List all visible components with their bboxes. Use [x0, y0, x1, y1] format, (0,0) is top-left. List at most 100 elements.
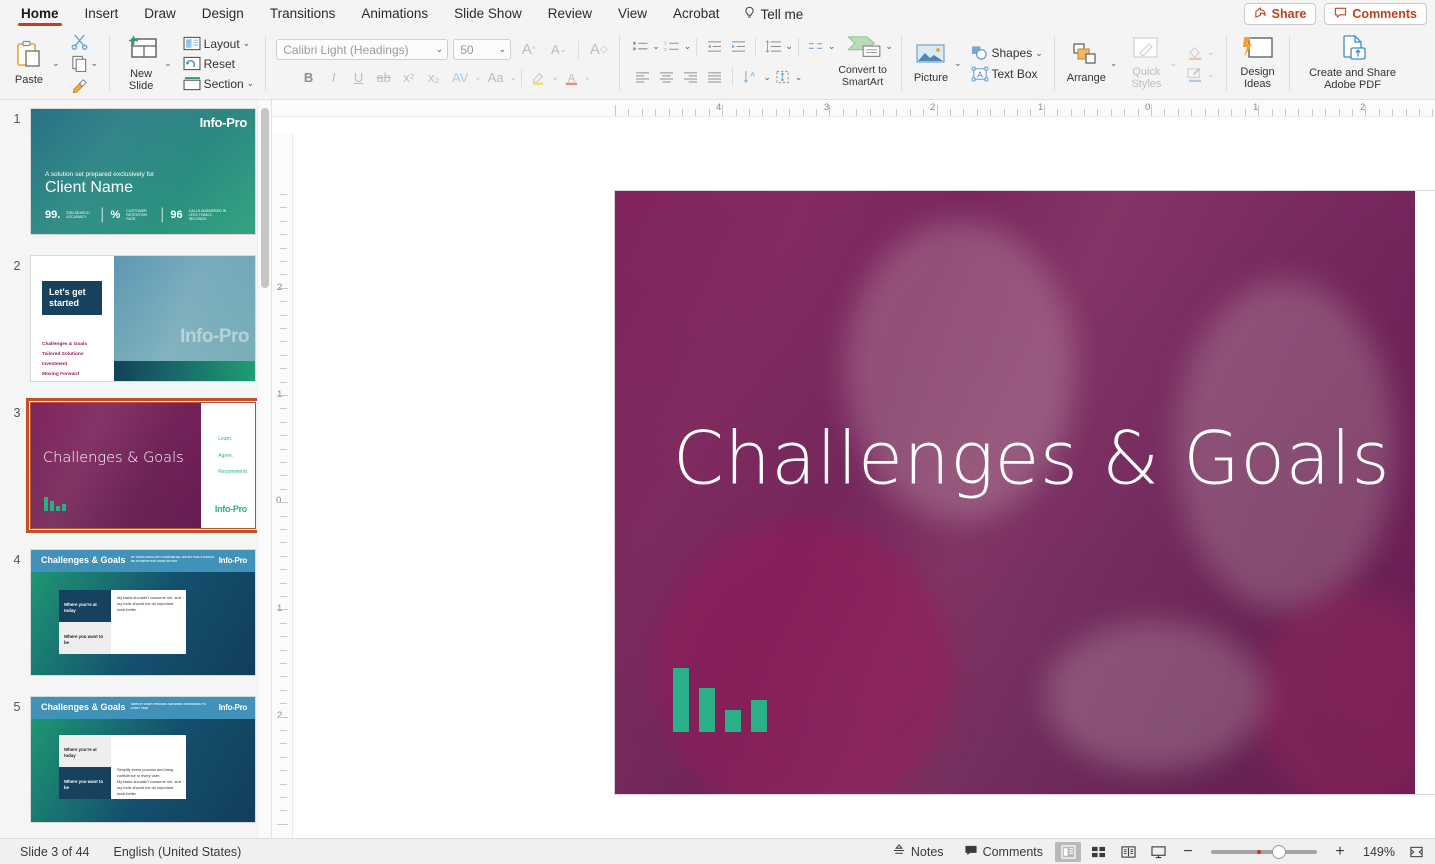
tell-me-box[interactable]: Tell me	[733, 6, 814, 23]
tab-slide-show[interactable]: Slide Show	[441, 0, 535, 28]
copy-dropdown-caret[interactable]: ⌄	[91, 58, 99, 69]
clear-formatting-button[interactable]: A ◇	[586, 39, 611, 61]
create-share-adobe-pdf-button[interactable]: Create and Share Adobe PDF	[1298, 33, 1408, 94]
picture-button[interactable]: Picture	[908, 40, 954, 86]
columns-button[interactable]	[804, 36, 828, 57]
normal-view-button[interactable]	[1055, 841, 1081, 862]
font-name-select[interactable]: Calibri Light (Headings) ⌄	[276, 39, 449, 60]
smartart-icon-button[interactable]	[845, 36, 885, 57]
thumbnail-slide-5[interactable]: Challenges & Goals SIMPLIFY EVERY PROCES…	[30, 696, 256, 823]
align-text-caret[interactable]: ⌄	[795, 72, 803, 83]
italic-button[interactable]: I	[321, 67, 346, 89]
new-slide-dropdown-caret[interactable]: ⌄	[164, 58, 172, 69]
font-color-button[interactable]: A	[559, 67, 584, 89]
tab-home[interactable]: Home	[8, 0, 72, 28]
shape-outline-button[interactable]: ⌄	[1183, 65, 1218, 84]
section-button[interactable]: Section ⌄	[180, 75, 258, 92]
thumbnail-slide-1[interactable]: Info-Pro A solution set prepared exclusi…	[30, 108, 256, 235]
new-slide-button[interactable]: New Slide	[118, 32, 164, 95]
quick-styles-button[interactable]: Quick Styles	[1123, 34, 1169, 93]
character-spacing-button[interactable]: AV	[446, 67, 474, 89]
notes-button[interactable]: Notes	[884, 842, 952, 862]
thumbnail-row[interactable]: 3 Challenges & Goals Learn. Agree. Recom…	[0, 398, 271, 533]
shape-fill-caret[interactable]: ⌄	[1207, 47, 1215, 58]
slide-stage[interactable]: 2 1 0 1 2 Challenges & Goals	[272, 117, 1435, 838]
section-dropdown-caret[interactable]: ⌄	[247, 78, 255, 89]
shape-fill-button[interactable]: ⌄	[1183, 43, 1218, 62]
thumbnail-slide-4[interactable]: Challenges & Goals MY TASKS SHOULDN'T CO…	[30, 549, 256, 676]
arrange-button[interactable]: Arrange	[1063, 40, 1110, 86]
line-spacing-button[interactable]	[761, 36, 785, 57]
layout-dropdown-caret[interactable]: ⌄	[243, 38, 251, 49]
tab-design[interactable]: Design	[189, 0, 257, 28]
picture-caret[interactable]: ⌄	[954, 58, 962, 69]
share-button[interactable]: Share	[1243, 3, 1317, 25]
tab-animations[interactable]: Animations	[348, 0, 441, 28]
zoom-slider-handle[interactable]	[1272, 844, 1287, 859]
shapes-caret[interactable]: ⌄	[1035, 48, 1043, 59]
zoom-out-button[interactable]: −	[1175, 842, 1201, 862]
increase-indent-button[interactable]	[726, 36, 750, 57]
scrollbar-thumb[interactable]	[261, 108, 269, 288]
convert-to-smartart-button[interactable]: Convert to SmartArt	[834, 63, 890, 90]
slide-thumbnail-pane[interactable]: 1 Info-Pro A solution set prepared exclu…	[0, 100, 272, 838]
highlight-caret[interactable]: ⌄	[551, 72, 559, 83]
text-highlight-button[interactable]	[526, 67, 551, 89]
cut-button[interactable]	[68, 32, 102, 51]
thumbnail-row[interactable]: 5 Challenges & Goals SIMPLIFY EVERY PROC…	[0, 696, 271, 823]
decrease-indent-button[interactable]	[702, 36, 726, 57]
zoom-level-label[interactable]: 149%	[1357, 845, 1395, 859]
superscript-button[interactable]: x²	[396, 67, 421, 89]
thumbnail-row[interactable]: 1 Info-Pro A solution set prepared exclu…	[0, 108, 271, 235]
change-case-button[interactable]: Aa	[482, 67, 510, 89]
text-box-button[interactable]: A Text Box	[968, 65, 1046, 83]
bullets-caret[interactable]: ⌄	[652, 41, 660, 52]
status-comments-button[interactable]: Comments	[956, 842, 1051, 862]
slide-title[interactable]: Challenges & Goals	[673, 417, 1390, 502]
decrease-font-size-button[interactable]: A ⌄	[546, 39, 571, 61]
align-center-button[interactable]	[654, 67, 678, 88]
thumbnail-scrollbar[interactable]	[257, 100, 271, 838]
language-label[interactable]: English (United States)	[114, 845, 242, 859]
active-slide[interactable]: Challenges & Goals Learn. Agree. Recomme…	[615, 191, 1435, 794]
bullets-button[interactable]	[628, 36, 652, 57]
underline-button[interactable]: U	[346, 67, 371, 89]
copy-button[interactable]: ⌄	[68, 54, 102, 73]
shapes-button[interactable]: Shapes ⌄	[968, 44, 1046, 62]
strikethrough-button[interactable]: ab	[371, 67, 396, 89]
text-direction-button[interactable]: A	[739, 67, 763, 88]
smartart-caret[interactable]: ⌄	[885, 41, 893, 52]
paste-button[interactable]: Paste	[6, 38, 52, 88]
tab-transitions[interactable]: Transitions	[257, 0, 349, 28]
subscript-button[interactable]: x₂	[421, 67, 446, 89]
shape-outline-caret[interactable]: ⌄	[1207, 69, 1215, 80]
thumbnail-row[interactable]: 4 Challenges & Goals MY TASKS SHOULDN'T …	[0, 549, 271, 676]
tab-draw[interactable]: Draw	[131, 0, 189, 28]
reset-button[interactable]: Reset	[180, 55, 258, 72]
zoom-in-button[interactable]: +	[1327, 842, 1353, 862]
line-spacing-caret[interactable]: ⌄	[785, 41, 793, 52]
bold-button[interactable]: B	[296, 67, 321, 89]
text-direction-caret[interactable]: ⌄	[763, 72, 771, 83]
align-text-button[interactable]	[771, 67, 795, 88]
format-painter-button[interactable]	[68, 76, 102, 95]
justify-button[interactable]	[702, 67, 726, 88]
arrange-caret[interactable]: ⌄	[1110, 58, 1118, 69]
comments-button[interactable]: Comments	[1324, 3, 1427, 25]
thumbnail-row[interactable]: 2 Info-Pro Let's get started Challenges …	[0, 255, 271, 382]
paste-dropdown-caret[interactable]: ⌄	[52, 58, 60, 69]
thumbnail-slide-2[interactable]: Info-Pro Let's get started Challenges & …	[30, 255, 256, 382]
increase-font-size-button[interactable]: A ^	[516, 39, 541, 61]
fit-slide-to-window-button[interactable]	[1403, 842, 1429, 862]
tab-insert[interactable]: Insert	[72, 0, 132, 28]
slide-sorter-view-button[interactable]	[1085, 842, 1111, 862]
align-right-button[interactable]	[678, 67, 702, 88]
slide-show-view-button[interactable]	[1145, 842, 1171, 862]
reading-view-button[interactable]	[1115, 842, 1141, 862]
quick-styles-caret[interactable]: ⌄	[1169, 58, 1177, 69]
tab-review[interactable]: Review	[535, 0, 605, 28]
numbering-button[interactable]: 12	[660, 36, 684, 57]
layout-button[interactable]: Layout ⌄	[180, 35, 258, 52]
design-ideas-button[interactable]: Design Ideas	[1235, 34, 1281, 93]
font-color-caret[interactable]: ⌄	[584, 72, 592, 83]
